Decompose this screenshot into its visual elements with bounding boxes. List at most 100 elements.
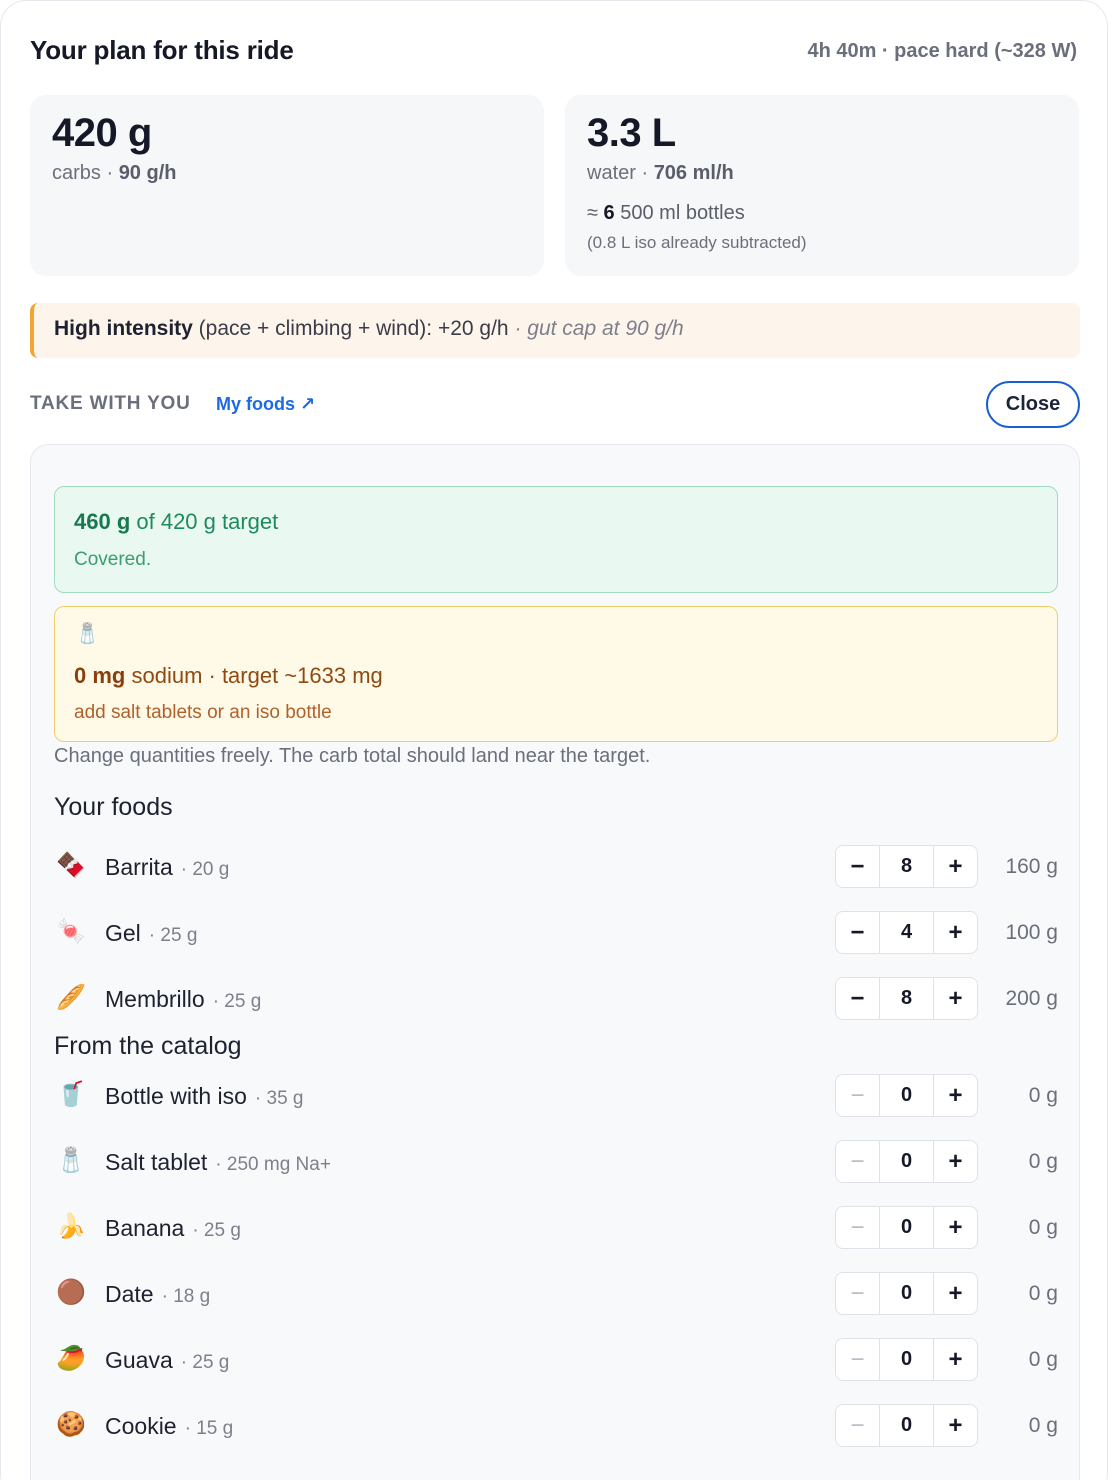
carbs-label: carbs · — [52, 162, 119, 184]
food-unit: · 250 mg Na+ — [215, 1154, 331, 1175]
food-icon: 🧂 — [56, 1147, 86, 1174]
food-name-wrap: Gel · 25 g — [105, 920, 197, 947]
increase-button[interactable]: + — [934, 1075, 977, 1116]
food-row: 🥖 Membrillo · 25 g −8 +200 g — [54, 977, 1058, 1021]
quantity-stepper: −8 + — [835, 845, 978, 888]
increase-button[interactable]: + — [934, 1339, 977, 1380]
food-name-wrap: Banana · 25 g — [105, 1215, 241, 1242]
sodium-have: 0 mg — [74, 663, 126, 688]
quantity-value[interactable]: 0 — [879, 1207, 934, 1248]
page-title: Your plan for this ride — [30, 35, 294, 65]
food-icon: 🥤 — [56, 1081, 86, 1108]
food-row: 🍬 Gel · 25 g −4 +100 g — [54, 911, 1058, 955]
quantity-stepper: −0 + — [835, 1404, 978, 1447]
quantity-stepper: −0 + — [835, 1074, 978, 1117]
quantity-stepper: −8 + — [835, 977, 978, 1020]
food-unit: · 15 g — [184, 1418, 234, 1439]
decrease-button[interactable]: − — [836, 1141, 879, 1182]
increase-button[interactable]: + — [934, 978, 977, 1019]
food-name: Cookie — [105, 1413, 177, 1439]
increase-button[interactable]: + — [934, 846, 977, 887]
food-icon: 🟤 — [56, 1279, 86, 1306]
ride-plan-panel: Your plan for this ride 4h 40m · pace ha… — [0, 0, 1108, 1480]
quantity-value[interactable]: 8 — [879, 846, 934, 887]
food-total: 100 g — [1005, 921, 1058, 944]
decrease-button[interactable]: − — [836, 1339, 879, 1380]
food-name: Bottle with iso — [105, 1083, 247, 1109]
water-rate-line: water · 706 ml/h — [587, 162, 734, 185]
decrease-button[interactable]: − — [836, 1075, 879, 1116]
food-icon: 🍬 — [56, 918, 86, 945]
bottles-suffix: 500 ml bottles — [614, 202, 745, 224]
increase-button[interactable]: + — [934, 912, 977, 953]
food-name: Banana — [105, 1215, 185, 1241]
intensity-alert: High intensity (pace + climbing + wind):… — [30, 303, 1080, 358]
food-icon: 🥭 — [56, 1345, 86, 1372]
quantity-value[interactable]: 8 — [879, 978, 934, 1019]
food-unit: · 20 g — [180, 859, 230, 880]
ride-summary: 4h 40m · pace hard (~328 W) — [807, 40, 1077, 62]
food-row: 🍪 Cookie · 15 g −0 +0 g — [54, 1404, 1058, 1448]
quantity-stepper: −0 + — [835, 1206, 978, 1249]
food-name-wrap: Barrita · 20 g — [105, 854, 229, 881]
increase-button[interactable]: + — [934, 1273, 977, 1314]
carb-coverage-status: 460 g of 420 g target Covered. — [54, 486, 1058, 593]
food-name-wrap: Bottle with iso · 35 g — [105, 1083, 304, 1110]
intensity-text: (pace + climbing + wind): +20 g/h — [192, 317, 515, 340]
quantity-value[interactable]: 0 — [879, 1273, 934, 1314]
quantity-value[interactable]: 0 — [879, 1141, 934, 1182]
food-total: 0 g — [1028, 1414, 1058, 1437]
quantity-value[interactable]: 0 — [879, 1339, 934, 1380]
food-name-wrap: Salt tablet · 250 mg Na+ — [105, 1149, 331, 1176]
increase-button[interactable]: + — [934, 1207, 977, 1248]
foods-box: 460 g of 420 g target Covered. 🧂 0 mg so… — [30, 444, 1080, 1480]
plan-header: Your plan for this ride 4h 40m · pace ha… — [30, 35, 1077, 69]
iso-note: (0.8 L iso already subtracted) — [587, 233, 807, 252]
my-foods-link[interactable]: My foods ↗ — [216, 394, 315, 415]
food-name: Membrillo — [105, 986, 205, 1012]
intensity-strong: High intensity — [54, 317, 193, 340]
decrease-button[interactable]: − — [836, 1273, 879, 1314]
food-unit: · 25 g — [192, 1220, 241, 1241]
food-name: Guava — [105, 1347, 173, 1373]
water-amount: 3.3 L — [587, 111, 676, 155]
food-name-wrap: Date · 18 g — [105, 1281, 210, 1308]
carbs-rate-line: carbs · 90 g/h — [52, 162, 176, 185]
carbs-card: 420 g carbs · 90 g/h — [30, 95, 544, 276]
food-total: 0 g — [1028, 1348, 1058, 1371]
quantity-stepper: −0 + — [835, 1140, 978, 1183]
decrease-button[interactable]: − — [836, 1405, 879, 1446]
food-name-wrap: Membrillo · 25 g — [105, 986, 261, 1013]
decrease-button[interactable]: − — [836, 912, 879, 953]
food-unit: · 18 g — [161, 1286, 211, 1307]
food-name: Salt tablet — [105, 1149, 208, 1175]
quantity-stepper: −4 + — [835, 911, 978, 954]
quantity-value[interactable]: 4 — [879, 912, 934, 953]
section-label: TAKE WITH YOU — [30, 393, 191, 414]
coverage-status-text: Covered. — [74, 549, 152, 570]
food-row: 🥭 Guava · 25 g −0 +0 g — [54, 1338, 1058, 1382]
decrease-button[interactable]: − — [836, 978, 879, 1019]
quantity-stepper: −0 + — [835, 1272, 978, 1315]
quantity-value[interactable]: 0 — [879, 1075, 934, 1116]
close-button[interactable]: Close — [986, 381, 1080, 428]
carbs-amount: 420 g — [52, 111, 152, 155]
food-total: 0 g — [1028, 1216, 1058, 1239]
food-total: 200 g — [1005, 987, 1058, 1010]
increase-button[interactable]: + — [934, 1405, 977, 1446]
food-name: Barrita — [105, 854, 173, 880]
food-icon: 🍫 — [56, 852, 86, 879]
bottles-prefix: ≈ — [587, 202, 604, 224]
food-name-wrap: Cookie · 15 g — [105, 1413, 233, 1440]
decrease-button[interactable]: − — [836, 1207, 879, 1248]
your-foods-title: Your foods — [54, 793, 173, 821]
decrease-button[interactable]: − — [836, 846, 879, 887]
quantity-value[interactable]: 0 — [879, 1405, 934, 1446]
food-name: Date — [105, 1281, 154, 1307]
food-name-wrap: Guava · 25 g — [105, 1347, 229, 1374]
sodium-advice: add salt tablets or an iso bottle — [74, 702, 332, 723]
carb-have: 460 g — [74, 509, 131, 534]
increase-button[interactable]: + — [934, 1141, 977, 1182]
quantity-stepper: −0 + — [835, 1338, 978, 1381]
food-total: 160 g — [1005, 855, 1058, 878]
